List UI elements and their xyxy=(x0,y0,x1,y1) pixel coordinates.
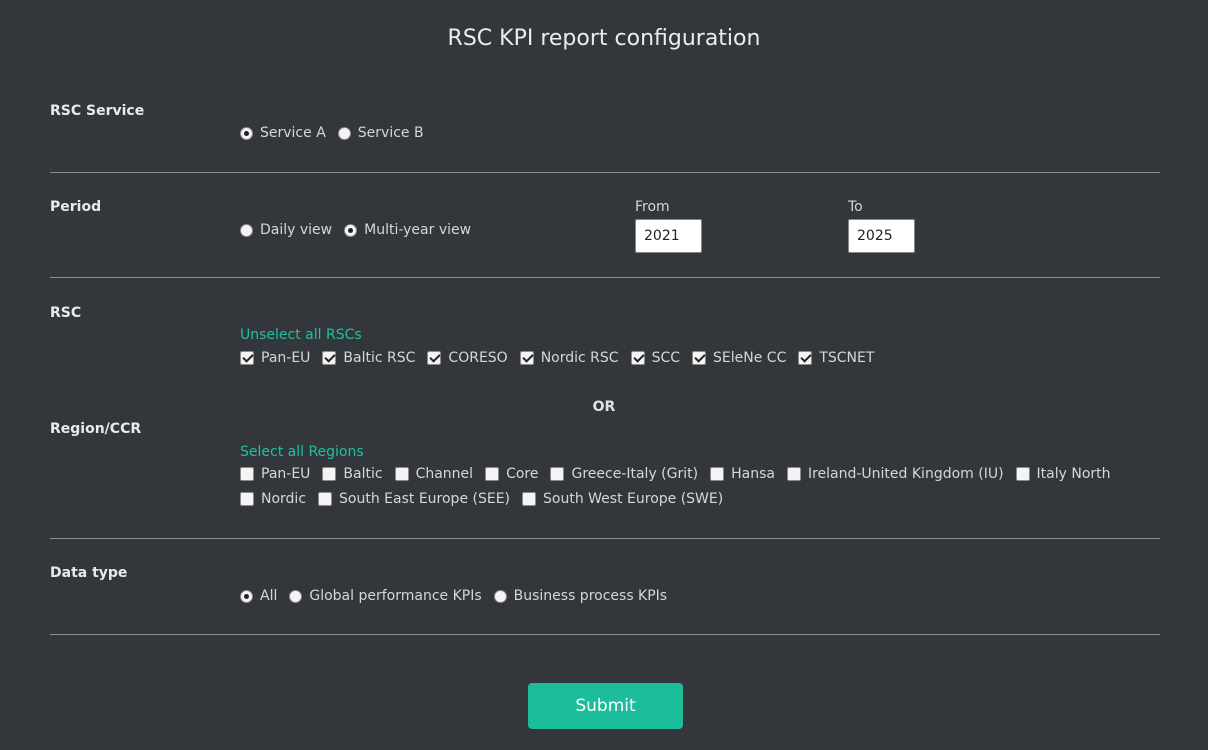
multi-year-view-label: Multi-year view xyxy=(364,222,472,238)
business-process-kpis-label: Business process KPIs xyxy=(513,588,668,604)
checkbox-label-nordic: Nordic xyxy=(261,491,307,507)
global-performance-kpis-option[interactable]: Global performance KPIs xyxy=(289,588,482,604)
divider xyxy=(50,538,1160,539)
checkbox-label-channel: Channel xyxy=(415,466,474,482)
checkbox-label-selene-cc: SEleNe CC xyxy=(713,350,787,366)
multi-year-view-option[interactable]: Multi-year view xyxy=(344,222,471,238)
to-label: To xyxy=(848,199,863,215)
service-a-label: Service A xyxy=(260,125,326,141)
rsc-label: RSC xyxy=(50,305,82,321)
checkbox-scc[interactable] xyxy=(630,351,645,365)
checkbox-option-nordic[interactable]: Nordic xyxy=(240,491,306,507)
checkbox-label-nordic-rsc: Nordic RSC xyxy=(540,350,619,366)
checkbox-channel[interactable] xyxy=(394,467,409,481)
checkbox-option-channel[interactable]: Channel xyxy=(394,466,474,482)
data-type-all-radio[interactable] xyxy=(240,589,253,603)
checkbox-baltic-rsc[interactable] xyxy=(322,351,337,365)
checkbox-pan-eu[interactable] xyxy=(240,351,254,365)
checkbox-hansa[interactable] xyxy=(710,467,725,481)
region-ccr-label: Region/CCR xyxy=(50,421,142,437)
or-separator: OR xyxy=(592,399,616,415)
checkbox-italy-north[interactable] xyxy=(1015,467,1030,481)
to-year-input[interactable] xyxy=(848,219,915,253)
from-year-input[interactable] xyxy=(635,219,702,253)
period-options: Daily view Multi-year view xyxy=(240,222,471,238)
rsc-service-label: RSC Service xyxy=(50,103,145,119)
checkbox-label-pan-eu: Pan-EU xyxy=(261,466,311,482)
checkbox-option-pan-eu[interactable]: Pan-EU xyxy=(240,350,310,366)
checkbox-option-core[interactable]: Core xyxy=(485,466,538,482)
checkbox-tscnet[interactable] xyxy=(798,351,813,365)
select-all-regions-link[interactable]: Select all Regions xyxy=(240,444,364,460)
checkbox-greece-italy-grit[interactable] xyxy=(550,467,565,481)
daily-view-option[interactable]: Daily view xyxy=(240,222,332,238)
data-type-all-label: All xyxy=(260,588,278,604)
checkbox-option-scc[interactable]: SCC xyxy=(630,350,681,366)
service-a-option[interactable]: Service A xyxy=(240,125,326,141)
checkbox-south-west-europe-swe[interactable] xyxy=(522,492,537,506)
checkbox-coreso[interactable] xyxy=(427,351,442,365)
submit-button[interactable]: Submit xyxy=(528,683,683,729)
checkbox-label-italy-north: Italy North xyxy=(1036,466,1111,482)
checkbox-option-italy-north[interactable]: Italy North xyxy=(1015,466,1111,482)
data-type-options: All Global performance KPIs Business pro… xyxy=(240,588,667,604)
checkbox-label-south-west-europe-swe: South West Europe (SWE) xyxy=(543,491,724,507)
service-b-radio[interactable] xyxy=(337,126,351,140)
daily-view-label: Daily view xyxy=(260,222,333,238)
region-checkbox-row-2: Nordic South East Europe (SEE) South West … xyxy=(240,491,735,507)
checkbox-south-east-europe-see[interactable] xyxy=(318,492,333,506)
divider xyxy=(50,634,1160,635)
data-type-all-option[interactable]: All xyxy=(240,588,277,604)
checkbox-option-coreso[interactable]: CORESO xyxy=(427,350,508,366)
service-a-radio[interactable] xyxy=(240,126,253,140)
checkbox-option-baltic[interactable]: Baltic xyxy=(322,466,383,482)
divider xyxy=(50,172,1160,173)
checkbox-label-hansa: Hansa xyxy=(731,466,775,482)
checkbox-label-pan-eu: Pan-EU xyxy=(261,350,311,366)
unselect-all-rscs-link[interactable]: Unselect all RSCs xyxy=(240,327,362,343)
period-label: Period xyxy=(50,199,102,215)
checkbox-pan-eu[interactable] xyxy=(240,467,254,481)
checkbox-label-south-east-europe-see: South East Europe (SEE) xyxy=(339,491,511,507)
checkbox-ireland-united-kingdom-iu[interactable] xyxy=(786,467,801,481)
checkbox-option-south-east-europe-see[interactable]: South East Europe (SEE) xyxy=(318,491,510,507)
checkbox-label-greece-italy-grit: Greece-Italy (Grit) xyxy=(571,466,699,482)
checkbox-core[interactable] xyxy=(485,467,500,481)
service-b-label: Service B xyxy=(357,125,424,141)
business-process-kpis-radio[interactable] xyxy=(493,589,507,603)
checkbox-option-nordic-rsc[interactable]: Nordic RSC xyxy=(519,350,619,366)
rsc-service-options: Service A Service B xyxy=(240,125,424,141)
checkbox-label-scc: SCC xyxy=(651,350,681,366)
checkbox-baltic[interactable] xyxy=(322,467,337,481)
checkbox-selene-cc[interactable] xyxy=(692,351,707,365)
checkbox-label-baltic-rsc: Baltic RSC xyxy=(343,350,416,366)
checkbox-option-tscnet[interactable]: TSCNET xyxy=(798,350,874,366)
checkbox-option-hansa[interactable]: Hansa xyxy=(710,466,775,482)
checkbox-label-coreso: CORESO xyxy=(448,350,508,366)
checkbox-nordic-rsc[interactable] xyxy=(519,351,534,365)
rsc-checkbox-list: Pan-EU Baltic RSC CORESO Nordic RSC SCC SEleN… xyxy=(240,350,886,366)
checkbox-option-baltic-rsc[interactable]: Baltic RSC xyxy=(322,350,415,366)
checkbox-option-ireland-united-kingdom-iu[interactable]: Ireland-United Kingdom (IU) xyxy=(786,466,1004,482)
checkbox-nordic[interactable] xyxy=(240,492,254,506)
checkbox-option-selene-cc[interactable]: SEleNe CC xyxy=(692,350,786,366)
checkbox-label-baltic: Baltic xyxy=(343,466,383,482)
page-title: RSC KPI report configuration xyxy=(447,26,761,51)
checkbox-option-pan-eu[interactable]: Pan-EU xyxy=(240,466,310,482)
business-process-kpis-option[interactable]: Business process KPIs xyxy=(493,588,668,604)
data-type-label: Data type xyxy=(50,565,128,581)
service-b-option[interactable]: Service B xyxy=(337,125,424,141)
global-performance-kpis-label: Global performance KPIs xyxy=(309,588,482,604)
daily-view-radio[interactable] xyxy=(240,223,253,237)
multi-year-view-radio[interactable] xyxy=(344,223,358,237)
checkbox-option-south-west-europe-swe[interactable]: South West Europe (SWE) xyxy=(522,491,723,507)
divider xyxy=(50,277,1160,278)
global-performance-kpis-radio[interactable] xyxy=(289,589,303,603)
from-label: From xyxy=(635,199,670,215)
checkbox-option-greece-italy-grit[interactable]: Greece-Italy (Grit) xyxy=(550,466,698,482)
checkbox-label-tscnet: TSCNET xyxy=(819,350,875,366)
checkbox-label-ireland-united-kingdom-iu: Ireland-United Kingdom (IU) xyxy=(807,466,1004,482)
region-checkbox-row-1: Pan-EU Baltic Channel Core Greece-Italy (Gri… xyxy=(240,466,1123,482)
checkbox-label-core: Core xyxy=(506,466,539,482)
